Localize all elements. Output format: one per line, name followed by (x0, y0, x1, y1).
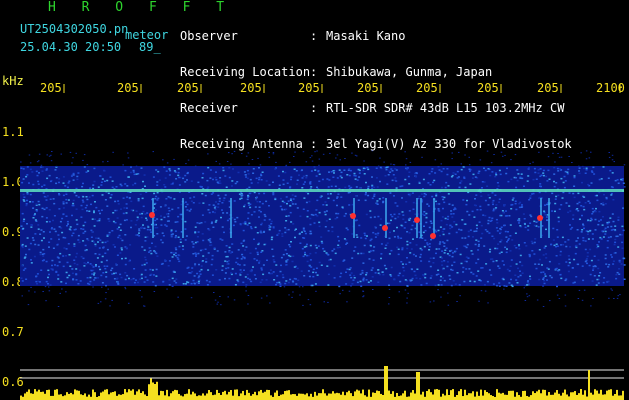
meteor-echo (430, 233, 436, 239)
meteor-count: 89_ (139, 40, 161, 54)
header-colon: : (310, 65, 318, 79)
header-value-antenna: 3el Yagi(V) Az 330 for Vladivostok (326, 137, 572, 151)
freq-unit-label: kHz (2, 74, 24, 88)
signal-histogram (20, 366, 624, 400)
file-name: UT2504302050.pn (20, 22, 129, 36)
meteor-streak (230, 198, 232, 238)
meteor-echo (350, 213, 356, 219)
meteor-echo (382, 225, 388, 231)
header-label-receiver: Receiver (180, 101, 238, 115)
freq-tick-label: 0.7 (2, 325, 24, 339)
time-tick-label: 205 (117, 81, 139, 95)
header-colon: : (310, 101, 318, 115)
meteor-streak (182, 198, 184, 238)
header-labels: Observer Receiving Location Receiver Rec… (180, 6, 310, 162)
meteor-echo (537, 215, 543, 221)
meteor-streak (385, 198, 387, 238)
meteor-echo (149, 212, 155, 218)
header-colons: : : : : (310, 6, 324, 162)
datetime-label: 25.04.30 20:50 (20, 40, 122, 54)
meteor-streak (420, 198, 422, 238)
header-colon: : (310, 137, 318, 151)
meteor-streak (152, 198, 154, 238)
meteor-echo (414, 217, 420, 223)
header-value-observer: Masaki Kano (326, 29, 406, 43)
header-value-location: Shibukawa, Gunma, Japan (326, 65, 493, 79)
meteor-streak (433, 198, 435, 238)
time-tick-label: 2100 (596, 81, 625, 95)
header-values: Masaki Kano Shibukawa, Gunma, Japan RTL-… (326, 6, 572, 162)
header-label-observer: Observer (180, 29, 238, 43)
freq-tick-label: 0.6 (2, 375, 24, 389)
header-label-location: Receiving Location (180, 65, 311, 79)
meteor-streak (548, 198, 550, 238)
header-label-antenna: Receiving Antenna (180, 137, 303, 151)
header-value-receiver: RTL-SDR SDR# 43dB L15 103.2MHz CW (326, 101, 565, 115)
noise-band (20, 166, 624, 286)
time-tick-label: 205 (40, 81, 62, 95)
carrier-line (20, 189, 624, 192)
header-colon: : (310, 29, 318, 43)
freq-tick-label: 1.1 (2, 125, 24, 139)
